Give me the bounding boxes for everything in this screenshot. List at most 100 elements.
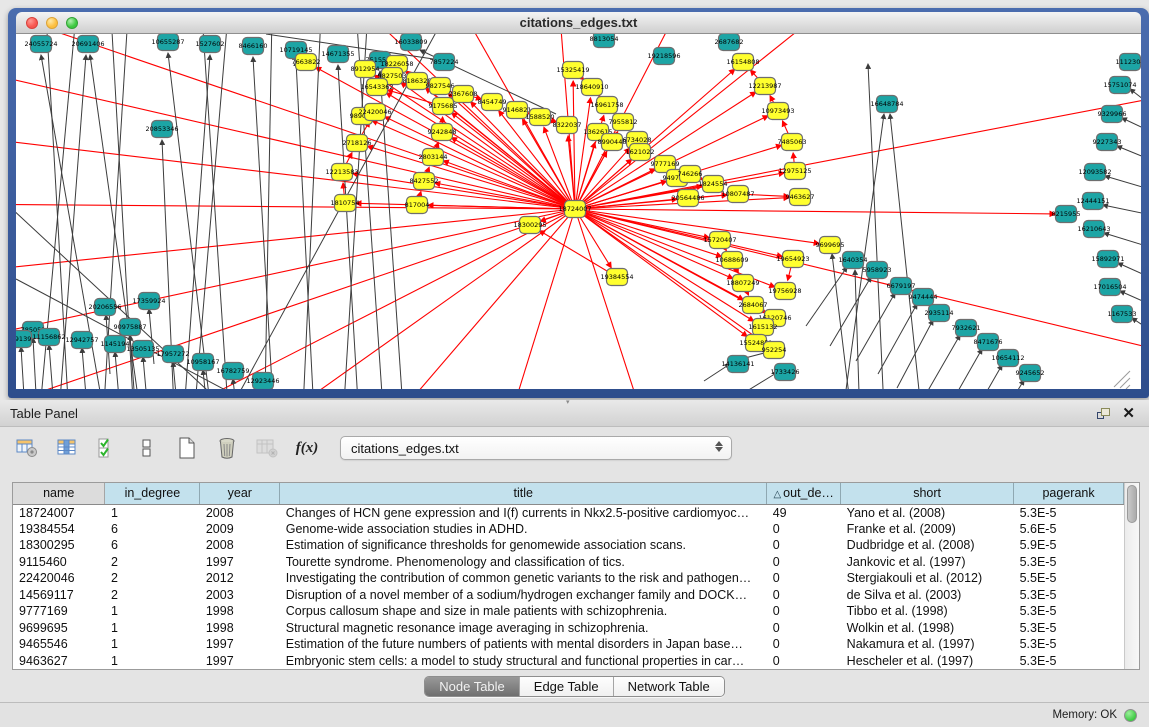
close-panel-icon[interactable]: ✕ <box>1122 408 1135 419</box>
network-node[interactable]: 1145194 <box>101 336 130 353</box>
network-node[interactable]: 16961758 <box>590 97 623 114</box>
network-node[interactable]: 12942757 <box>65 332 98 349</box>
network-node[interactable]: 2687682 <box>715 34 744 51</box>
network-node[interactable]: 9463627 <box>786 189 815 206</box>
network-node[interactable]: 17016504 <box>1093 279 1126 296</box>
column-header-out_de[interactable]: △out_de… <box>767 483 841 504</box>
network-node[interactable]: 24055724 <box>24 36 57 53</box>
table-row[interactable]: 1456911722003Disruption of a novel membe… <box>13 587 1124 604</box>
network-node[interactable]: 20206556 <box>88 299 121 316</box>
network-node[interactable]: 952254 <box>762 342 787 359</box>
network-node[interactable]: 12093582 <box>1078 164 1111 181</box>
network-node[interactable]: 817004 <box>405 197 430 214</box>
table-row[interactable]: 1872400712008Changes of HCN gene express… <box>13 504 1124 521</box>
network-node[interactable]: 14136141 <box>721 356 754 373</box>
network-node[interactable]: 18807249 <box>726 275 759 292</box>
column-narrow-icon[interactable] <box>134 435 160 461</box>
tab-node-table[interactable]: Node Table <box>425 677 520 696</box>
node-table-header[interactable]: namein_degreeyeartitle△out_de…shortpager… <box>13 483 1124 504</box>
network-view-window[interactable]: citations_edges.txt 18724007240557242069… <box>8 8 1149 398</box>
column-visibility-icon[interactable] <box>54 435 80 461</box>
network-node[interactable]: 10655287 <box>151 34 184 51</box>
column-header-name[interactable]: name <box>13 483 105 504</box>
table-row[interactable]: 946554611997Estimation of the future num… <box>13 636 1124 653</box>
network-node[interactable]: 8427552 <box>410 173 439 190</box>
network-node[interactable]: 8471676 <box>974 334 1003 351</box>
network-node[interactable]: 16782759 <box>216 363 249 380</box>
network-node[interactable]: 7485063 <box>778 134 807 151</box>
column-header-short[interactable]: short <box>841 483 1014 504</box>
network-node[interactable]: 2935114 <box>925 305 954 322</box>
network-node[interactable]: 19756928 <box>768 283 801 300</box>
network-node[interactable]: 1810754 <box>331 195 360 212</box>
new-column-icon[interactable] <box>174 435 200 461</box>
network-node[interactable]: 12444151 <box>1076 193 1109 210</box>
network-node[interactable]: 6679197 <box>887 278 916 295</box>
network-node[interactable]: 16210643 <box>1077 221 1110 238</box>
network-node[interactable]: 39139 <box>16 331 32 348</box>
network-window-titlebar[interactable]: citations_edges.txt <box>16 12 1141 34</box>
network-node[interactable]: 12213583 <box>325 164 358 181</box>
table-select-dropdown[interactable]: citations_edges.txt <box>340 436 732 460</box>
network-node[interactable]: 17359924 <box>132 293 165 310</box>
network-node[interactable]: 1588520 <box>526 109 555 126</box>
network-node[interactable]: 7857224 <box>430 54 459 71</box>
tab-network-table[interactable]: Network Table <box>614 677 724 696</box>
table-vertical-scrollbar[interactable] <box>1124 483 1139 669</box>
network-node[interactable]: 7663822 <box>292 54 321 71</box>
table-row[interactable]: 977716911998Corpus callosum shape and si… <box>13 603 1124 620</box>
network-node[interactable]: 9699695 <box>816 237 845 254</box>
network-node[interactable]: 15751074 <box>1103 77 1136 94</box>
network-node[interactable]: 8813054 <box>590 34 619 48</box>
network-node[interactable]: 8912954 <box>351 61 380 78</box>
network-node[interactable]: 9329966 <box>1098 106 1127 123</box>
scrollbar-thumb[interactable] <box>1127 485 1137 523</box>
network-canvas[interactable]: 1872400724055724206914061065528715276028… <box>16 34 1141 389</box>
network-node[interactable]: 16033809 <box>394 34 427 51</box>
network-node[interactable]: 18640910 <box>575 79 608 96</box>
float-panel-icon[interactable] <box>1097 408 1110 419</box>
table-row[interactable]: 946362711997Embryonic stem cells: a mode… <box>13 653 1124 670</box>
network-node[interactable]: 2803144 <box>419 149 448 166</box>
node-table-body[interactable]: 1872400712008Changes of HCN gene express… <box>13 504 1124 669</box>
network-node[interactable]: 8215955 <box>1052 206 1081 223</box>
delete-column-icon[interactable] <box>214 435 240 461</box>
network-node[interactable]: 1112304 <box>1116 54 1141 71</box>
table-options-icon[interactable] <box>14 435 40 461</box>
column-header-in_degree[interactable]: in_degree <box>105 483 200 504</box>
network-node[interactable]: 1621022 <box>626 144 655 161</box>
network-node[interactable]: 20853346 <box>145 121 178 138</box>
network-node[interactable]: 7932621 <box>952 320 981 337</box>
network-node[interactable]: 16154808 <box>726 54 759 71</box>
split-pane-grip[interactable]: ▾ <box>566 398 570 406</box>
row-selection-icon[interactable] <box>94 435 120 461</box>
table-row[interactable]: 1830029562008Estimation of significance … <box>13 537 1124 554</box>
network-node[interactable]: 1527602 <box>196 36 225 53</box>
network-node[interactable]: 14671355 <box>321 46 354 63</box>
network-node[interactable]: 9175685 <box>429 98 458 115</box>
network-node[interactable]: 15892971 <box>1091 251 1124 268</box>
network-node[interactable]: 15720407 <box>703 232 736 249</box>
network-node[interactable]: 9227343 <box>1093 134 1122 151</box>
network-node[interactable]: 2718126 <box>343 135 372 152</box>
network-node[interactable]: 16648784 <box>870 96 903 113</box>
tab-edge-table[interactable]: Edge Table <box>520 677 614 696</box>
network-node[interactable]: 2684067 <box>739 297 768 314</box>
network-node[interactable]: 9242848 <box>428 124 457 141</box>
network-node[interactable]: 5958923 <box>863 262 892 279</box>
network-node[interactable]: 18300295 <box>513 217 546 234</box>
function-builder-icon[interactable]: f(x) <box>294 435 320 461</box>
network-node[interactable]: 1615132 <box>749 319 778 336</box>
network-node[interactable]: 1733426 <box>771 364 800 381</box>
network-node[interactable]: 9245652 <box>1016 365 1045 382</box>
column-header-pagerank[interactable]: pagerank <box>1014 483 1124 504</box>
network-node[interactable]: 8466160 <box>239 38 268 55</box>
table-row[interactable]: 1938455462009Genome-wide association stu… <box>13 521 1124 538</box>
table-row[interactable]: 969969511998Structural magnetic resonanc… <box>13 620 1124 637</box>
network-node[interactable]: 8322037 <box>553 117 582 134</box>
network-node[interactable]: 7955812 <box>609 114 638 131</box>
network-node[interactable]: 9474444 <box>909 289 938 306</box>
network-node[interactable]: 12213987 <box>748 78 781 95</box>
network-node[interactable]: 10654112 <box>991 350 1024 367</box>
table-row[interactable]: 911546021997Tourette syndrome. Phenomeno… <box>13 554 1124 571</box>
